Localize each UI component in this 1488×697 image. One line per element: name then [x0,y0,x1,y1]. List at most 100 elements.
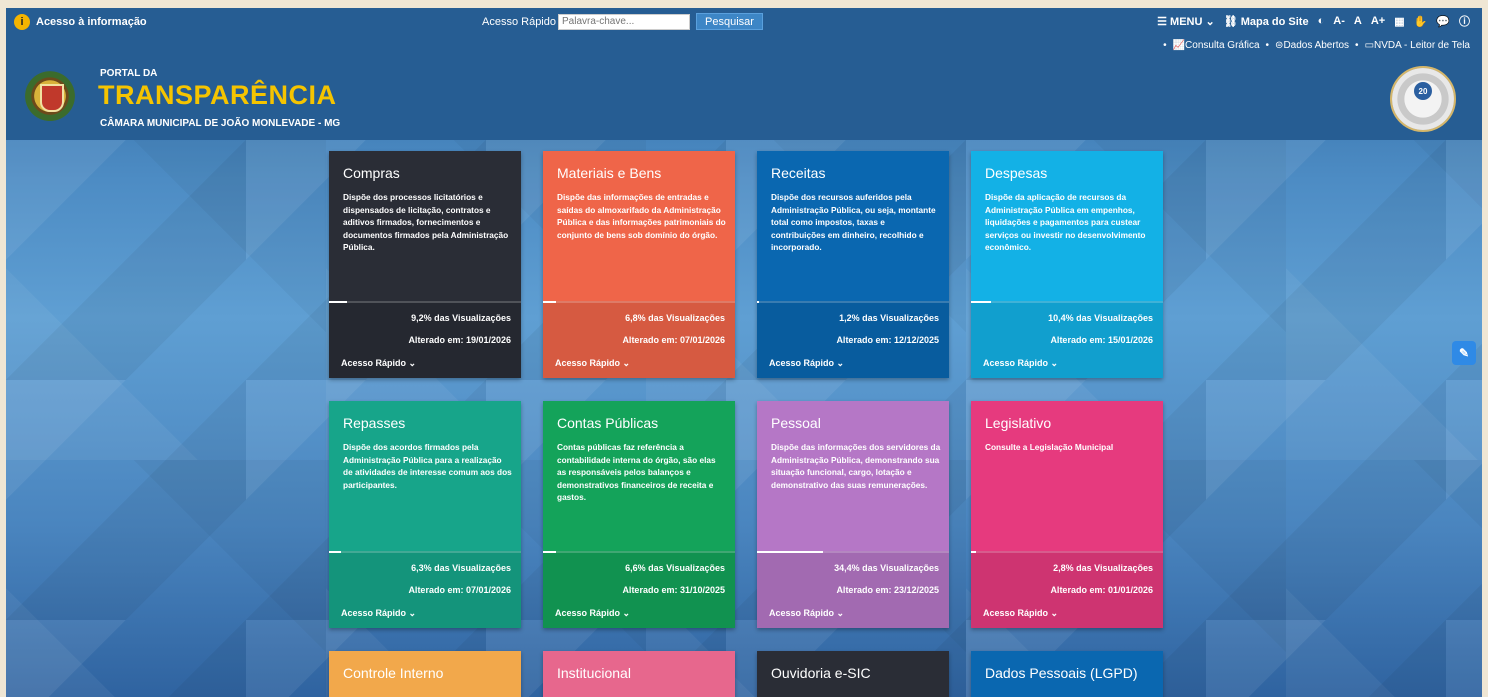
card-description: Dispõe da aplicação de recursos da Admin… [985,192,1146,253]
card-title: Materiais e Bens [557,165,662,181]
card-legislativo[interactable]: Legislativo Consulte a Legislação Municip… [971,401,1163,628]
card-repasses[interactable]: Repasses Dispõe dos acordos firmados pela… [329,401,521,628]
card-footer: 6,8% das Visualizações Alterado em: 07/01… [543,301,735,378]
card-pessoal[interactable]: Pessoal Dispõe das informações dos servid… [757,401,949,628]
contrast-icon[interactable]: ◐ [1318,15,1325,27]
views-progress-bar [329,551,342,553]
card-compras[interactable]: Compras Dispõe dos processos licitatórios… [329,151,521,378]
quick-access-dropdown[interactable]: Acesso Rápido ⌄ [983,358,1058,369]
views-track [329,301,521,303]
views-progress-bar [971,551,977,553]
views-track [757,301,949,303]
views-percentage: 9,2% das Visualizações [411,313,511,323]
card-dados-pessoais-lgpd[interactable]: Dados Pessoais (LGPD)Regulamentação da L… [971,651,1163,697]
speech-icon[interactable]: 💬 [1436,15,1450,28]
help-icon[interactable]: ⓘ [1459,13,1470,29]
card-footer: 34,4% das Visualizações Alterado em: 23/1… [757,551,949,628]
bullet: • [1265,40,1270,51]
card-footer: 6,6% das Visualizações Alterado em: 31/10… [543,551,735,628]
municipal-crest-logo[interactable] [24,70,76,128]
card-contas-publicas[interactable]: Contas Públicas Contas públicas faz refer… [543,401,735,628]
views-track [971,551,1163,553]
quick-access-dropdown[interactable]: Acesso Rápido ⌄ [769,608,844,619]
views-percentage: 6,3% das Visualizações [411,563,511,573]
bullet: • [1163,40,1167,51]
views-percentage: 6,8% das Visualizações [625,313,725,323]
quick-access-dropdown[interactable]: Acesso Rápido ⌄ [555,358,630,369]
card-title: Dados Pessoais (LGPD) [985,665,1138,681]
card-materiais-e-bens[interactable]: Materiais e Bens Dispõe das informações d… [543,151,735,378]
last-updated: Alterado em: 01/01/2026 [1050,585,1153,595]
accessibility-links: • 📈Consulta Gráfica • ⊜Dados Abertos • ▭… [1163,40,1470,51]
views-progress-bar [543,551,556,553]
card-ouvidoria-e-sic[interactable]: Ouvidoria e-SICA Ouvidoria Pública atua … [757,651,949,697]
quick-search: Acesso Rápido Pesquisar [482,13,763,30]
info-icon: i [14,14,30,30]
screen-reader-icon: ▭ [1364,40,1375,51]
card-description: Contas públicas faz referência a contabi… [557,442,716,503]
card-title: Pessoal [771,415,821,431]
card-title: Despesas [985,165,1048,181]
views-percentage: 10,4% das Visualizações [1048,313,1153,323]
menu-button[interactable]: ☰ MENU ⌄ [1157,15,1215,28]
card-footer: 9,2% das Visualizações Alterado em: 19/01… [329,301,521,378]
card-title: Repasses [343,415,406,431]
top-bar: i Acesso à informação Acesso Rápido Pesq… [6,8,1482,60]
card-controle-interno[interactable]: Controle InternoDispõe das auditorias e … [329,651,521,697]
card-institucional[interactable]: InstitucionalTenha acesso aos principais [543,651,735,697]
font-increase-button[interactable]: A+ [1371,15,1385,27]
card-despesas[interactable]: Despesas Dispõe da aplicação de recursos … [971,151,1163,378]
quick-access-dropdown[interactable]: Acesso Rápido ⌄ [555,608,630,619]
nvda-link[interactable]: ▭NVDA - Leitor de Tela [1365,40,1470,51]
consulta-grafica-link[interactable]: 📈Consulta Gráfica [1173,40,1260,51]
quick-access-dropdown[interactable]: Acesso Rápido ⌄ [341,608,416,619]
card-title: Compras [343,165,400,181]
quick-access-dropdown[interactable]: Acesso Rápido ⌄ [341,358,416,369]
card-title: Legislativo [985,415,1052,431]
seal-number: 20 [1414,82,1432,100]
quick-access-dropdown[interactable]: Acesso Rápido ⌄ [769,358,844,369]
card-footer: 1,2% das Visualizações Alterado em: 12/12… [757,301,949,378]
browser-viewport: i Acesso à informação Acesso Rápido Pesq… [6,8,1482,697]
access-info-label: Acesso à informação [36,16,147,28]
font-normal-button[interactable]: A [1354,15,1362,27]
site-title[interactable]: TRANSPARÊNCIA [98,80,337,111]
views-percentage: 1,2% das Visualizações [839,313,939,323]
transparency-seal[interactable]: 20 [1390,66,1456,132]
nvda-label: NVDA - Leitor de Tela [1374,40,1470,51]
accessibility-toolbar: ☰ MENU ⌄ ⛓ Mapa do Site ◐ A- A A+ ▦ ✋ 💬 … [1157,13,1470,29]
card-title: Controle Interno [343,665,444,681]
hand-icon[interactable]: ✋ [1414,15,1428,28]
sitemap-label: Mapa do Site [1240,15,1309,28]
translate-icon[interactable]: ✎ [1452,341,1476,365]
sitemap-link[interactable]: ⛓ Mapa do Site [1224,15,1309,28]
card-footer: 10,4% das Visualizações Alterado em: 15/0… [971,301,1163,378]
views-progress-bar [757,301,760,303]
views-percentage: 6,6% das Visualizações [625,563,725,573]
views-percentage: 2,8% das Visualizações [1053,563,1153,573]
views-progress-bar [757,551,824,553]
dados-abertos-label: Dados Abertos [1283,40,1350,51]
views-track [543,301,735,303]
views-track [543,551,735,553]
quick-access-dropdown[interactable]: Acesso Rápido ⌄ [983,608,1058,619]
chart-icon: 📈 [1172,40,1186,51]
access-info-link[interactable]: i Acesso à informação [14,14,147,30]
views-progress-bar [543,301,557,303]
portal-da-label: PORTAL DA [100,68,158,79]
search-input[interactable] [558,13,690,30]
last-updated: Alterado em: 12/12/2025 [836,335,939,345]
last-updated: Alterado em: 23/12/2025 [836,585,939,595]
font-decrease-button[interactable]: A- [1333,15,1345,27]
consulta-grafica-label: Consulta Gráfica [1185,40,1260,51]
search-button[interactable]: Pesquisar [696,13,763,30]
card-description: Dispõe das informações dos servidores da… [771,442,941,490]
dados-abertos-link[interactable]: ⊜Dados Abertos [1275,40,1349,51]
card-footer: 6,3% das Visualizações Alterado em: 07/01… [329,551,521,628]
card-title: Ouvidoria e-SIC [771,665,871,681]
site-header: PORTAL DA TRANSPARÊNCIA CÂMARA MUNICIPAL… [6,60,1482,140]
card-description: Dispõe dos processos licitatórios e disp… [343,192,509,253]
sign-language-icon[interactable]: ▦ [1394,15,1404,28]
card-footer: 2,8% das Visualizações Alterado em: 01/01… [971,551,1163,628]
card-receitas[interactable]: Receitas Dispõe dos recursos auferidos pe… [757,151,949,378]
